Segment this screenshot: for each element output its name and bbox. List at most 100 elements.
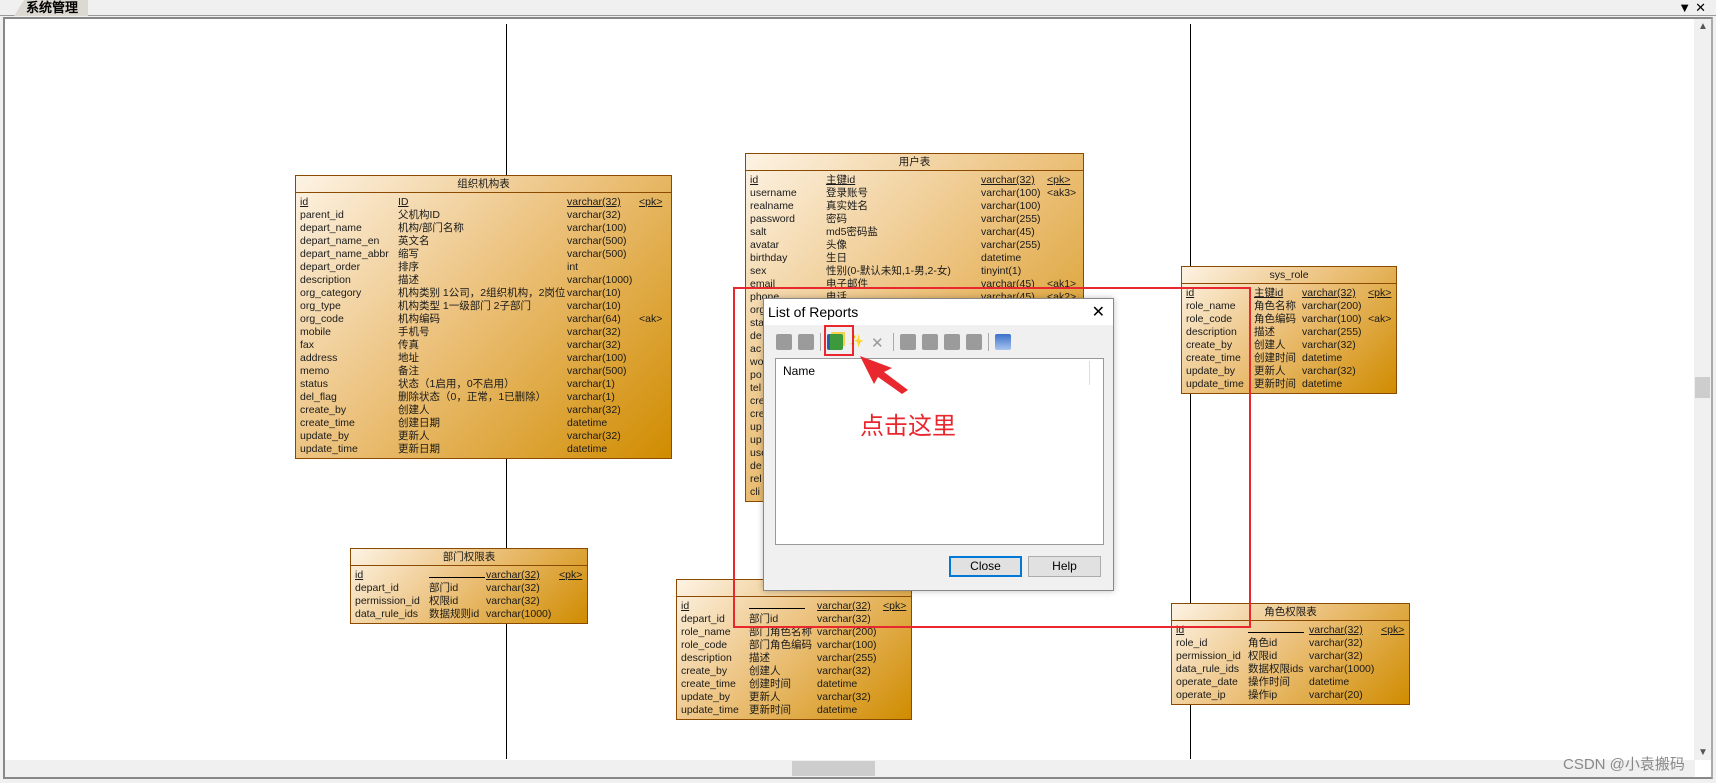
column-row[interactable]: org_type 机构类型 1一级部门 2子部门 varchar(10): [296, 300, 671, 313]
column-row[interactable]: status 状态（1启用，0不启用） varchar(1): [296, 378, 671, 391]
column-name: data_rule_ids: [1176, 663, 1240, 675]
column-row[interactable]: id 主键id varchar(32) <pk>: [746, 174, 1083, 187]
column-row[interactable]: org_category 机构类别 1公司，2组织机构，2岗位 varchar(10…: [296, 287, 671, 300]
vertical-scroll-thumb[interactable]: [1695, 377, 1710, 398]
column-row[interactable]: create_time 创建日期 datetime: [296, 417, 671, 430]
column-row[interactable]: parent_id 父机构ID varchar(32): [296, 209, 671, 222]
scroll-down-icon[interactable]: ▼: [1698, 747, 1708, 758]
column-row[interactable]: operate_ip 操作ip varchar(20): [1172, 689, 1409, 702]
column-type: varchar(32): [1309, 624, 1363, 636]
column-row[interactable]: depart_name_en 英文名 varchar(500): [296, 235, 671, 248]
annotation-hint: 点击这里: [860, 412, 956, 440]
column-type: datetime: [567, 417, 608, 429]
column-row[interactable]: salt md5密码盐 varchar(45): [746, 226, 1083, 239]
tab-controls[interactable]: ▼✕: [1678, 0, 1710, 15]
delete-icon[interactable]: ✕: [871, 334, 887, 352]
copy-icon[interactable]: [995, 334, 1011, 350]
column-row[interactable]: create_by 创建人 varchar(32): [677, 665, 911, 678]
help-button[interactable]: Help: [1028, 556, 1101, 577]
column-name: depart_id: [355, 582, 399, 594]
column-type: varchar(100): [1302, 313, 1362, 325]
column-row[interactable]: id ID varchar(32) <pk>: [296, 196, 671, 209]
column-row[interactable]: depart_name 机构/部门名称 varchar(100): [296, 222, 671, 235]
column-name: realname: [750, 200, 794, 212]
column-row[interactable]: fax 传真 varchar(32): [296, 339, 671, 352]
preview-icon[interactable]: [900, 334, 916, 350]
column-row[interactable]: org_code 机构编码 varchar(64) <ak>: [296, 313, 671, 326]
column-type: varchar(100): [567, 222, 627, 234]
column-row[interactable]: permission_id 权限id varchar(32): [351, 595, 587, 608]
column-header-name[interactable]: Name: [783, 364, 815, 378]
close-icon[interactable]: ✕: [1092, 302, 1105, 322]
column-row[interactable]: data_rule_ids 数据权限ids varchar(1000): [1172, 663, 1409, 676]
column-type: varchar(255): [981, 239, 1041, 251]
pointer-arrow-icon: [860, 356, 908, 394]
column-row[interactable]: depart_name_abbr 缩写 varchar(500): [296, 248, 671, 261]
column-row[interactable]: operate_date 操作时间 datetime: [1172, 676, 1409, 689]
column-row[interactable]: del_flag 删除状态（0，正常，1已删除） varchar(1): [296, 391, 671, 404]
column-name: update_time: [681, 704, 739, 716]
column-row[interactable]: update_by 更新人 varchar(32): [677, 691, 911, 704]
column-comment: 权限id: [429, 595, 459, 607]
column-name: create_time: [300, 417, 355, 429]
column-type: varchar(32): [567, 404, 621, 416]
column-name: data_rule_ids: [355, 608, 419, 620]
column-row[interactable]: description 描述 varchar(1000): [296, 274, 671, 287]
vertical-scrollbar[interactable]: ▲ ▼: [1694, 19, 1711, 760]
column-row[interactable]: username 登录账号 varchar(100) <ak3>: [746, 187, 1083, 200]
column-type: varchar(255): [817, 652, 877, 664]
column-row[interactable]: password 密码 varchar(255): [746, 213, 1083, 226]
column-name: mobile: [300, 326, 331, 338]
column-comment: 角色名称: [1254, 300, 1296, 312]
column-row[interactable]: realname 真实姓名 varchar(100): [746, 200, 1083, 213]
column-name: memo: [300, 365, 330, 377]
close-button[interactable]: Close: [949, 556, 1022, 577]
column-row[interactable]: depart_order 排序 int: [296, 261, 671, 274]
column-row[interactable]: address 地址 varchar(100): [296, 352, 671, 365]
column-row[interactable]: avatar 头像 varchar(255): [746, 239, 1083, 252]
column-row[interactable]: role_code 部门角色编码 varchar(100): [677, 639, 911, 652]
column-type: varchar(100): [981, 200, 1041, 212]
tab-bar: 系统管理 ▼✕: [0, 0, 1716, 16]
column-name: operate_ip: [1176, 689, 1226, 701]
column-row[interactable]: update_time 更新日期 datetime: [296, 443, 671, 456]
column-type: varchar(32): [1302, 287, 1356, 299]
tab-system-management[interactable]: 系统管理: [14, 0, 89, 16]
table-org[interactable]: 组织机构表 id ID varchar(32) <pk> parent_id 父机构ID va…: [295, 175, 672, 459]
horizontal-scroll-thumb[interactable]: [792, 761, 875, 776]
column-row[interactable]: birthday 生日 datetime: [746, 252, 1083, 265]
reports-list[interactable]: Name: [775, 358, 1104, 545]
scroll-up-icon[interactable]: ▲: [1698, 21, 1708, 32]
column-row[interactable]: update_time 更新时间 datetime: [677, 704, 911, 717]
column-type: datetime: [1302, 352, 1343, 364]
column-row[interactable]: permission_id 权限id varchar(32): [1172, 650, 1409, 663]
column-row[interactable]: create_time 创建时间 datetime: [677, 678, 911, 691]
column-row[interactable]: update_by 更新人 varchar(32): [296, 430, 671, 443]
column-divider[interactable]: [1089, 361, 1090, 385]
save-icon[interactable]: [798, 334, 814, 350]
generate-html-icon[interactable]: [944, 334, 960, 350]
column-row[interactable]: create_by 创建人 varchar(32): [296, 404, 671, 417]
column-row[interactable]: depart_id 部门id varchar(32): [351, 582, 587, 595]
horizontal-scrollbar[interactable]: [5, 760, 1695, 777]
column-row[interactable]: memo 备注 varchar(500): [296, 365, 671, 378]
column-type: varchar(1): [567, 378, 615, 390]
properties-icon[interactable]: [776, 334, 792, 350]
column-row[interactable]: mobile 手机号 varchar(32): [296, 326, 671, 339]
column-type: varchar(32): [567, 326, 621, 338]
table-depart_permission[interactable]: 部门权限表 id varchar(32) <pk> depart_id 部门id varch…: [350, 548, 588, 624]
column-row[interactable]: role_id 角色id varchar(32): [1172, 637, 1409, 650]
column-comment: 主键id: [1254, 287, 1284, 299]
column-row[interactable]: description 描述 varchar(255): [677, 652, 911, 665]
column-comment: md5密码盐: [826, 226, 878, 238]
print-icon[interactable]: [922, 334, 938, 350]
column-name: create_by: [681, 665, 728, 677]
column-row[interactable]: id varchar(32) <pk>: [351, 569, 587, 582]
column-row[interactable]: sex 性别(0-默认未知,1-男,2-女) tinyint(1): [746, 265, 1083, 278]
column-type: varchar(100): [981, 187, 1041, 199]
column-row[interactable]: data_rule_ids 数据规则id varchar(1000): [351, 608, 587, 621]
column-comment: 部门id: [429, 582, 459, 594]
list-of-reports-dialog: List of Reports ✕ ✨ ✕ Name Close Help: [763, 298, 1114, 591]
column-comment: 头像: [826, 239, 847, 251]
generate-rtf-icon[interactable]: [966, 334, 982, 350]
